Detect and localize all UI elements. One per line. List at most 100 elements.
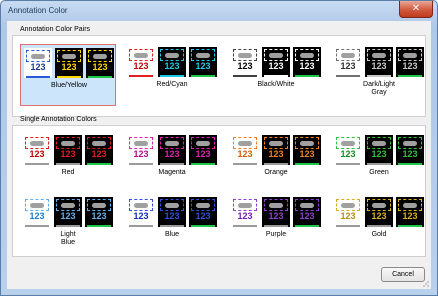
pill-icon bbox=[238, 203, 252, 208]
color-sample-box: 123 bbox=[396, 47, 424, 77]
color-underline bbox=[398, 163, 422, 165]
sample-number: 123 bbox=[371, 211, 387, 221]
sample-number: 123 bbox=[60, 211, 76, 221]
color-preview: 123 123 123 bbox=[231, 47, 321, 77]
cancel-button[interactable]: Cancel bbox=[381, 267, 425, 282]
pill-icon bbox=[403, 203, 417, 208]
single-color-option-magenta[interactable]: 123 123 123 Magenta bbox=[124, 132, 220, 194]
color-sample-box: 123 bbox=[365, 197, 393, 227]
color-underline bbox=[264, 225, 288, 227]
pill-icon bbox=[341, 141, 355, 146]
pill-icon bbox=[372, 53, 386, 58]
color-underline bbox=[295, 75, 319, 77]
single-color-option-gold[interactable]: 123 123 123 Gold bbox=[331, 194, 427, 256]
sample-number: 123 bbox=[371, 149, 387, 159]
color-sample-box: 123 bbox=[54, 197, 82, 227]
single-color-option-orange[interactable]: 123 123 123 Orange bbox=[228, 132, 324, 194]
color-pair-option-blue-yellow[interactable]: 123 123 123 Blue/Yellow bbox=[20, 44, 116, 106]
color-pair-option-black-white[interactable]: 123 123 123 Black/White bbox=[228, 44, 324, 106]
color-underline bbox=[295, 225, 319, 227]
pill-icon bbox=[196, 141, 210, 146]
sample-number: 123 bbox=[29, 211, 45, 221]
sample-number: 123 bbox=[237, 149, 253, 159]
color-preview: 123 123 123 bbox=[24, 48, 114, 78]
color-pair-option-dark-light[interactable]: 123 123 123 Dark/Light Gray bbox=[331, 44, 427, 106]
color-sample-box: 123 bbox=[293, 135, 321, 165]
sample-number: 123 bbox=[92, 62, 108, 72]
color-underline bbox=[56, 163, 80, 165]
color-sample-box: 123 bbox=[55, 48, 83, 78]
single-colors-title: Single Annotation Colors bbox=[20, 116, 97, 123]
sample-number: 123 bbox=[402, 61, 418, 71]
pill-icon bbox=[300, 53, 314, 58]
pill-icon bbox=[341, 53, 355, 58]
color-sample-box: 123 bbox=[158, 135, 186, 165]
sample-number: 123 bbox=[237, 61, 253, 71]
color-underline bbox=[56, 225, 80, 227]
title-bar[interactable]: Annotation Color ✕ bbox=[1, 1, 437, 21]
color-preview: 123 123 123 bbox=[23, 135, 113, 165]
color-option-label: Red/Cyan bbox=[156, 81, 188, 88]
sample-number: 123 bbox=[402, 149, 418, 159]
color-sample-box: 123 bbox=[85, 197, 113, 227]
color-sample-box: 123 bbox=[334, 197, 362, 227]
sample-number: 123 bbox=[268, 211, 284, 221]
color-preview: 123 123 123 bbox=[231, 197, 321, 227]
resize-grip-icon[interactable] bbox=[421, 279, 429, 287]
sample-number: 123 bbox=[340, 61, 356, 71]
single-color-option-blue[interactable]: 123 123 123 Blue bbox=[124, 194, 220, 256]
color-pair-option-red-cyan[interactable]: 123 123 123 Red/Cyan bbox=[124, 44, 220, 106]
color-underline bbox=[160, 225, 184, 227]
color-pairs-group: Annotation Color Pairs 123 123 123 Blue/Yel… bbox=[12, 26, 427, 117]
color-sample-box: 123 bbox=[365, 135, 393, 165]
color-sample-box: 123 bbox=[231, 47, 259, 77]
single-color-option-green[interactable]: 123 123 123 Green bbox=[331, 132, 427, 194]
pill-icon bbox=[165, 203, 179, 208]
color-sample-box: 123 bbox=[189, 47, 217, 77]
pill-icon bbox=[238, 141, 252, 146]
sample-number: 123 bbox=[164, 61, 180, 71]
color-underline bbox=[264, 75, 288, 77]
sample-number: 123 bbox=[299, 61, 315, 71]
color-underline bbox=[233, 75, 257, 77]
color-sample-box: 123 bbox=[127, 197, 155, 227]
sample-number: 123 bbox=[299, 211, 315, 221]
color-underline bbox=[25, 163, 49, 165]
sample-number: 123 bbox=[402, 211, 418, 221]
color-pairs-title: Annotation Color Pairs bbox=[20, 26, 91, 33]
sample-number: 123 bbox=[299, 149, 315, 159]
sample-number: 123 bbox=[340, 211, 356, 221]
pill-icon bbox=[341, 203, 355, 208]
single-color-option-light-blue[interactable]: 123 123 123 Light Blue bbox=[20, 194, 116, 256]
color-underline bbox=[398, 75, 422, 77]
color-underline bbox=[25, 225, 49, 227]
color-sample-box: 123 bbox=[231, 135, 259, 165]
color-option-label: Dark/Light Gray bbox=[363, 81, 395, 96]
sample-number: 123 bbox=[237, 211, 253, 221]
single-color-option-purple[interactable]: 123 123 123 Purple bbox=[228, 194, 324, 256]
color-underline bbox=[233, 225, 257, 227]
pill-icon bbox=[196, 53, 210, 58]
pill-icon bbox=[31, 54, 45, 59]
close-button[interactable]: ✕ bbox=[399, 1, 433, 18]
pill-icon bbox=[269, 141, 283, 146]
sample-number: 123 bbox=[340, 149, 356, 159]
pill-icon bbox=[134, 203, 148, 208]
color-underline bbox=[367, 163, 391, 165]
pill-icon bbox=[372, 141, 386, 146]
color-preview: 123 123 123 bbox=[127, 197, 217, 227]
single-color-option-red[interactable]: 123 123 123 Red bbox=[20, 132, 116, 194]
color-preview: 123 123 123 bbox=[334, 47, 424, 77]
color-sample-box: 123 bbox=[293, 47, 321, 77]
pill-icon bbox=[300, 203, 314, 208]
pill-icon bbox=[92, 203, 106, 208]
color-underline bbox=[160, 163, 184, 165]
color-option-label: Purple bbox=[265, 231, 287, 238]
dialog-body: Annotation Color Pairs 123 123 123 Blue/Yel… bbox=[7, 21, 431, 289]
color-underline bbox=[264, 163, 288, 165]
color-sample-box: 123 bbox=[54, 135, 82, 165]
color-underline bbox=[336, 225, 360, 227]
sample-number: 123 bbox=[371, 61, 387, 71]
color-underline bbox=[129, 75, 153, 77]
sample-number: 123 bbox=[268, 149, 284, 159]
